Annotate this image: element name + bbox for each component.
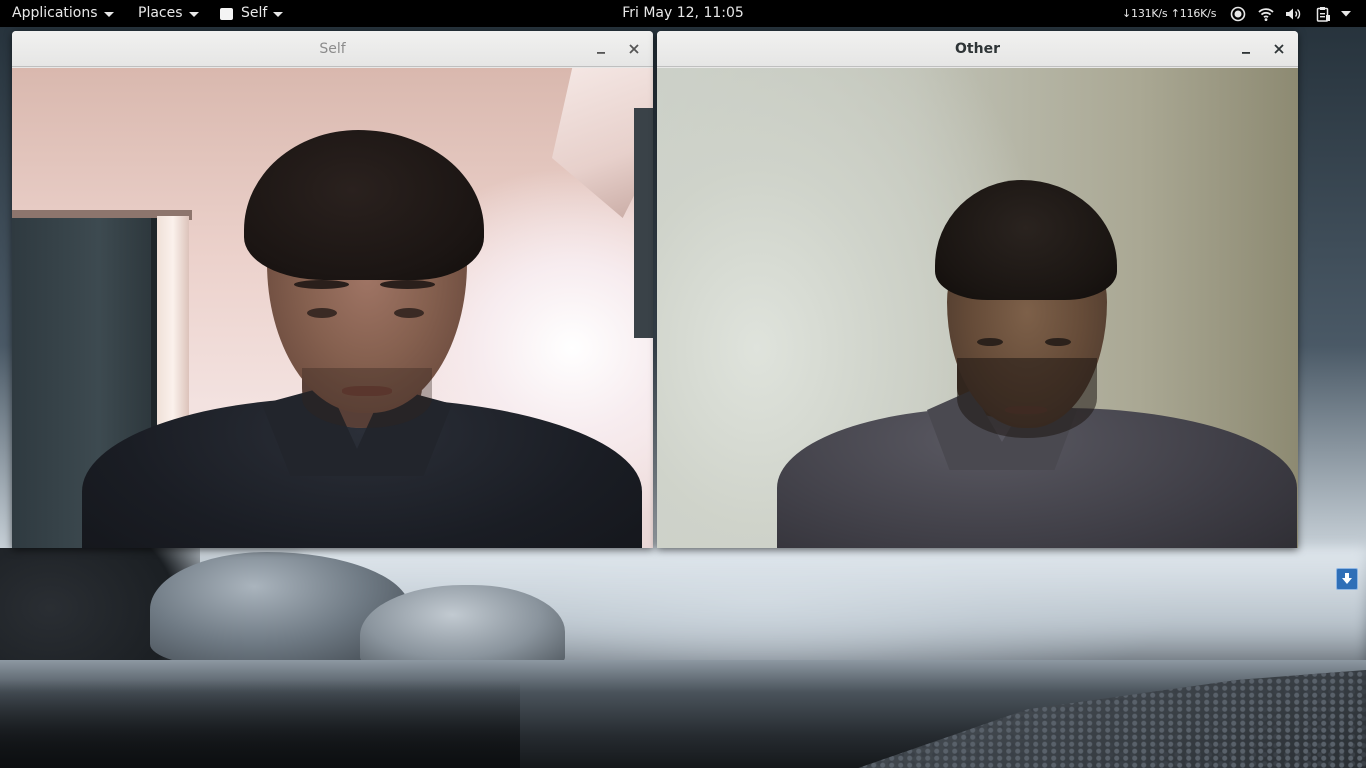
minimize-icon — [597, 52, 605, 54]
person-eye — [307, 308, 337, 318]
minimize-button[interactable] — [1237, 40, 1255, 58]
wifi-icon[interactable] — [1258, 6, 1274, 22]
record-icon[interactable] — [1230, 6, 1246, 22]
person-mouth — [342, 386, 392, 396]
close-icon — [1274, 44, 1284, 54]
close-button[interactable] — [1270, 40, 1288, 58]
person-beard — [957, 358, 1097, 438]
person-eyebrow — [380, 280, 435, 289]
other-window-title: Other — [955, 41, 1000, 57]
person-hair — [244, 130, 484, 280]
self-window-title: Self — [319, 41, 346, 57]
person-eye — [1045, 338, 1071, 346]
self-window-titlebar[interactable]: Self — [12, 31, 653, 67]
person-mouth — [1005, 406, 1047, 414]
close-icon — [629, 44, 639, 54]
wallpaper-shadow — [0, 680, 520, 768]
person-beard — [302, 368, 432, 428]
wall-shadow — [634, 108, 653, 338]
close-button[interactable] — [625, 40, 643, 58]
minimize-icon — [1242, 52, 1250, 54]
person-eye — [977, 338, 1003, 346]
system-menu-caret-icon[interactable] — [1340, 10, 1352, 18]
top-panel: Applications Places Self Fri May 12, 11:… — [0, 0, 1366, 27]
self-video-feed — [12, 68, 653, 548]
clipboard-icon[interactable] — [1315, 6, 1331, 22]
network-speed-indicator[interactable]: ↓131K/s ↑116K/s — [1122, 0, 1216, 27]
person-eyebrow — [294, 280, 349, 289]
person-eye — [394, 308, 424, 318]
minimize-button[interactable] — [592, 40, 610, 58]
other-window-titlebar[interactable]: Other — [657, 31, 1298, 67]
download-arrow-icon[interactable] — [1336, 568, 1358, 590]
volume-icon[interactable] — [1285, 6, 1301, 22]
other-window[interactable]: Other — [657, 31, 1298, 548]
person-hair — [935, 180, 1117, 300]
other-video-feed — [657, 68, 1298, 548]
self-window[interactable]: Self — [12, 31, 653, 548]
